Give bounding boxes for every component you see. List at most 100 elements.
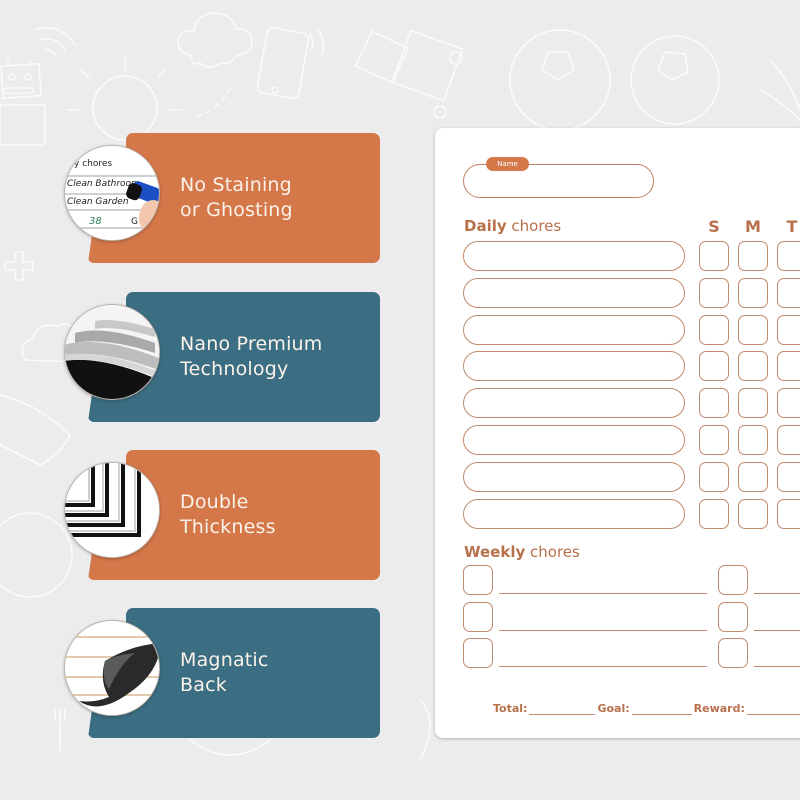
soccer-ball-doodle-icon xyxy=(509,29,720,131)
daily-checkbox-m[interactable] xyxy=(738,425,768,455)
daily-checkbox-s[interactable] xyxy=(699,498,729,529)
goal-label: Goal: xyxy=(597,702,630,715)
daily-checkbox-t[interactable] xyxy=(777,314,800,345)
weekly-checkbox[interactable] xyxy=(463,565,493,595)
feature-card-double-thickness: Double Thickness xyxy=(64,450,380,580)
plus-doodle-icon xyxy=(4,251,34,281)
robot-doodle-icon xyxy=(0,59,46,146)
signal-doodle-icon xyxy=(309,29,325,56)
reward-field[interactable] xyxy=(746,705,800,715)
layers-illustration-icon xyxy=(65,305,159,399)
weekly-chore-line[interactable] xyxy=(499,666,707,667)
magnetic-corner-peel-image xyxy=(64,620,160,716)
daily-checkbox-m[interactable] xyxy=(738,388,768,419)
daily-checkbox-s[interactable] xyxy=(699,314,729,345)
daily-checkbox-m[interactable] xyxy=(738,241,768,271)
daily-heading-rest: chores xyxy=(506,217,562,235)
day-header-sunday: S xyxy=(708,217,720,236)
feature-card-no-staining: ily chores Clean Bathroom Clean Garden 3… xyxy=(64,133,380,263)
svg-text:Clean Garden: Clean Garden xyxy=(67,197,129,207)
day-header-tuesday: T xyxy=(786,217,798,236)
daily-chore-field[interactable] xyxy=(463,351,685,382)
daily-heading-bold: Daily xyxy=(464,217,507,235)
weekly-chores-heading: Weekly chores xyxy=(464,543,580,561)
feature-label: Nano Premium Technology xyxy=(180,292,323,422)
dashed-arrow-doodle-icon xyxy=(194,87,231,119)
weekly-chore-line[interactable] xyxy=(754,666,800,667)
daily-checkbox-t[interactable] xyxy=(777,461,800,492)
feature-title-line1: Double xyxy=(180,491,249,513)
weekly-chore-line[interactable] xyxy=(499,593,707,594)
daily-checkbox-m[interactable] xyxy=(738,314,768,345)
phone-doodle-icon xyxy=(256,27,310,99)
daily-checkbox-t[interactable] xyxy=(777,498,800,529)
feature-card-nano-premium: Nano Premium Technology xyxy=(64,292,380,422)
daily-checkbox-t[interactable] xyxy=(777,241,800,271)
feature-card-magnetic-back: Magnatic Back xyxy=(64,608,380,738)
bird-doodle-icon xyxy=(0,394,71,466)
gadget-doodle-icon xyxy=(355,29,464,119)
feature-label: Magnatic Back xyxy=(180,608,269,738)
chore-chart-board: Name Daily chores S M T Weekly chores To… xyxy=(435,128,800,738)
daily-checkbox-s[interactable] xyxy=(699,277,729,308)
daily-chore-field[interactable] xyxy=(463,498,685,529)
marker-whiteboard-image: ily chores Clean Bathroom Clean Garden 3… xyxy=(64,145,160,241)
weekly-chore-line[interactable] xyxy=(499,629,707,631)
daily-checkbox-t[interactable] xyxy=(777,351,800,382)
layered-film-image xyxy=(64,304,160,400)
daily-checkbox-s[interactable] xyxy=(699,241,729,271)
daily-checkbox-t[interactable] xyxy=(777,388,800,419)
daily-checkbox-m[interactable] xyxy=(738,461,768,492)
sun-doodle-icon xyxy=(67,57,183,141)
weekly-chore-line[interactable] xyxy=(754,593,800,594)
weekly-checkbox[interactable] xyxy=(463,638,493,668)
daily-chore-field[interactable] xyxy=(463,277,685,308)
weekly-chore-line[interactable] xyxy=(754,629,800,631)
goal-field[interactable] xyxy=(631,705,692,715)
svg-text:G: G xyxy=(131,217,138,227)
weekly-checkbox[interactable] xyxy=(718,565,748,595)
total-label: Total: xyxy=(493,702,528,715)
peel-illustration-icon xyxy=(65,621,159,715)
weekly-checkbox[interactable] xyxy=(718,638,748,668)
weekly-heading-bold: Weekly xyxy=(464,543,526,561)
weekly-checkbox[interactable] xyxy=(463,601,493,632)
fork-doodle-icon xyxy=(54,709,66,751)
daily-checkbox-s[interactable] xyxy=(699,461,729,492)
daily-checkbox-s[interactable] xyxy=(699,388,729,419)
daily-checkbox-s[interactable] xyxy=(699,351,729,382)
feature-title-line1: Nano Premium xyxy=(180,333,323,355)
feature-title-line2: Thickness xyxy=(180,516,276,538)
daily-checkbox-t[interactable] xyxy=(777,425,800,455)
feature-label: No Staining or Ghosting xyxy=(180,133,293,263)
daily-checkbox-m[interactable] xyxy=(738,351,768,382)
weekly-checkbox[interactable] xyxy=(718,601,748,632)
cloud-doodle-icon xyxy=(177,12,253,68)
feature-title-line1: No Staining xyxy=(180,174,292,196)
daily-chores-heading: Daily chores xyxy=(464,217,561,235)
daily-chore-field[interactable] xyxy=(463,425,685,455)
daily-checkbox-m[interactable] xyxy=(738,498,768,529)
total-field[interactable] xyxy=(529,705,596,715)
feature-label: Double Thickness xyxy=(180,450,276,580)
daily-checkbox-m[interactable] xyxy=(738,277,768,308)
feature-title-line2: Back xyxy=(180,674,227,696)
daily-chore-field[interactable] xyxy=(463,241,685,271)
daily-chore-field[interactable] xyxy=(463,388,685,419)
daily-checkbox-t[interactable] xyxy=(777,277,800,308)
wifi-doodle-icon xyxy=(34,27,76,56)
feature-title-line2: Technology xyxy=(180,358,289,380)
chart-footer: Total: Goal: Reward: xyxy=(493,702,800,715)
stacked-boards-image xyxy=(64,462,160,558)
feature-title-line2: or Ghosting xyxy=(180,199,293,221)
daily-chore-field[interactable] xyxy=(463,314,685,345)
boards-illustration-icon xyxy=(65,463,159,557)
reward-label: Reward: xyxy=(693,702,745,715)
daily-chore-field[interactable] xyxy=(463,461,685,492)
svg-text:ily chores: ily chores xyxy=(69,159,112,169)
marker-illustration-icon: ily chores Clean Bathroom Clean Garden 3… xyxy=(65,146,159,240)
daily-checkbox-s[interactable] xyxy=(699,425,729,455)
leaf-doodle-icon xyxy=(759,59,800,121)
ball-doodle-icon-2 xyxy=(0,512,73,598)
svg-text:38: 38 xyxy=(89,216,102,227)
